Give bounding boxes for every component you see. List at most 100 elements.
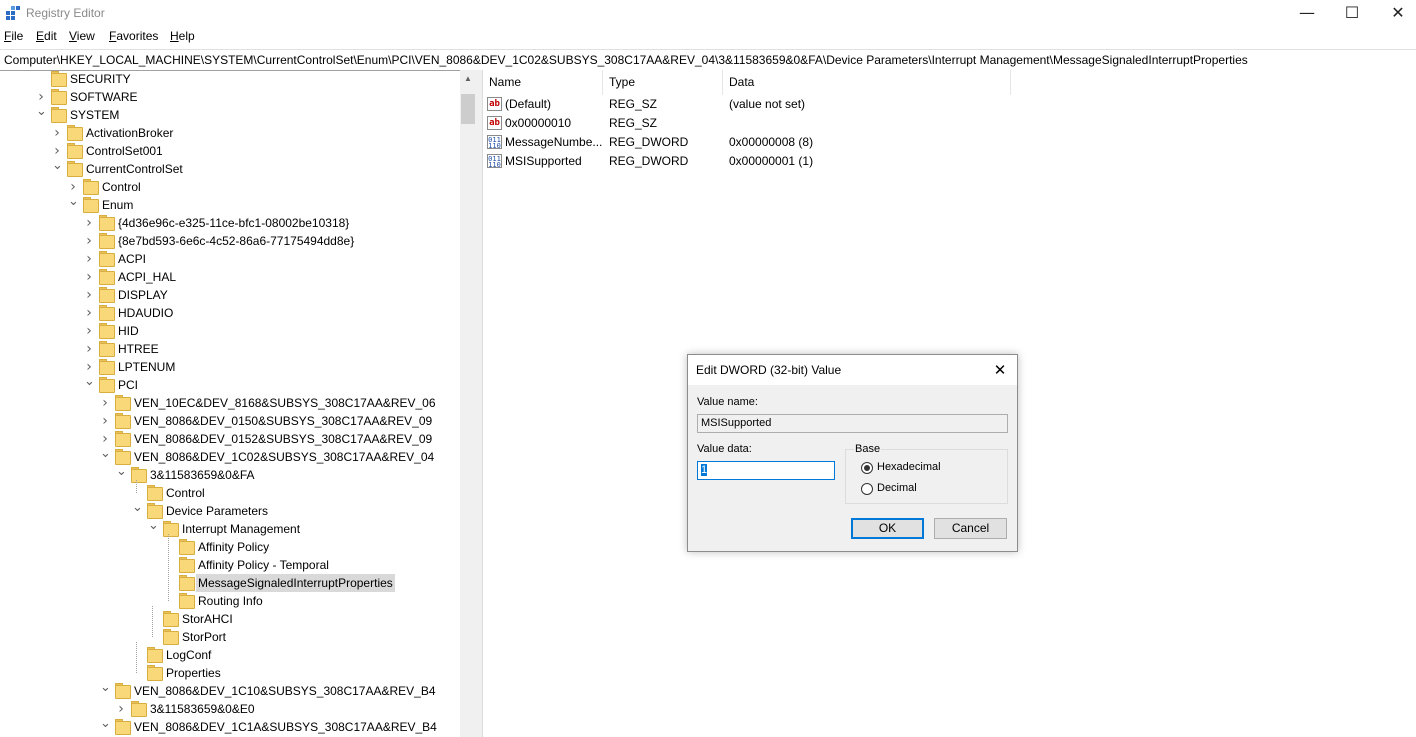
menu-favorites[interactable]: Favorites [109,29,158,43]
value-name: MSISupported [505,154,582,168]
chevron-down-icon[interactable]: ⌄ [132,501,143,520]
tree-item[interactable]: › VEN_8086&DEV_0150&SUBSYS_308C17AA&REV_0… [0,412,460,430]
folder-icon [162,521,179,537]
tree-item-label: 3&11583659&0&FA [150,468,255,482]
tree-item[interactable]: › DISPLAY [0,286,460,304]
value-row[interactable]: 011 110 MSISupported REG_DWORD 0x00000001 (… [483,152,1043,171]
decimal-label[interactable]: Decimal [877,482,917,494]
tree-item[interactable]: › ControlSet001 [0,142,460,160]
tree-item[interactable]: SECURITY [0,70,460,88]
chevron-right-icon[interactable]: › [100,394,110,412]
folder-icon [66,143,83,159]
menu-help[interactable]: Help [170,29,195,43]
tree-item[interactable]: ⌄ 3&11583659&0&FA [0,465,460,484]
chevron-down-icon[interactable]: ⌄ [100,681,111,700]
chevron-right-icon[interactable]: › [100,412,110,430]
tree-item-label: LogConf [166,648,212,662]
column-header-type[interactable]: Type [603,70,723,95]
tree-item[interactable]: StorPort [0,628,460,646]
chevron-down-icon[interactable]: ⌄ [52,159,63,178]
tree-item[interactable]: ⌄ CurrentControlSet [0,159,460,178]
tree-item[interactable]: ⌄ PCI [0,375,460,394]
tree-item[interactable]: › HTREE [0,340,460,358]
tree-item[interactable]: › VEN_10EC&DEV_8168&SUBSYS_308C17AA&REV_0… [0,394,460,412]
tree-item[interactable]: ⌄ VEN_8086&DEV_1C10&SUBSYS_308C17AA&REV_B… [0,681,460,700]
column-header-data[interactable]: Data [723,70,1011,95]
chevron-right-icon[interactable]: › [52,124,62,142]
address-bar[interactable]: Computer\HKEY_LOCAL_MACHINE\SYSTEM\Curre… [0,49,1416,71]
chevron-down-icon[interactable]: ⌄ [116,465,127,484]
chevron-down-icon[interactable]: ⌄ [84,375,95,394]
menu-file[interactable]: File [4,29,23,43]
chevron-right-icon[interactable]: › [84,286,94,304]
tree-item[interactable]: ⌄ Device Parameters [0,501,460,520]
tree-scrollbar[interactable]: ▲ [460,70,476,737]
tree-item[interactable]: Routing Info [0,592,460,610]
chevron-down-icon[interactable]: ⌄ [148,519,159,538]
menu-view[interactable]: View [69,29,95,43]
chevron-right-icon[interactable]: › [84,340,94,358]
column-header-name[interactable]: Name [483,70,603,95]
hexadecimal-label[interactable]: Hexadecimal [877,461,941,473]
cancel-button[interactable]: Cancel [934,518,1007,539]
folder-icon [114,395,131,411]
value-row[interactable]: ab 0x00000010 REG_SZ [483,114,1043,133]
chevron-right-icon[interactable]: › [84,214,94,232]
scroll-thumb[interactable] [461,94,475,124]
tree-item[interactable]: › VEN_8086&DEV_0152&SUBSYS_308C17AA&REV_0… [0,430,460,448]
dialog-close-icon[interactable]: ✕ [989,359,1011,381]
tree-item[interactable]: Affinity Policy [0,538,460,556]
tree-item-label: CurrentControlSet [86,162,183,176]
value-name-field[interactable]: MSISupported [697,414,1008,433]
minimize-button[interactable]: — [1284,0,1330,26]
tree-item[interactable]: LogConf [0,646,460,664]
tree-item[interactable]: ⌄ SYSTEM [0,105,460,124]
scroll-up-arrow-icon[interactable]: ▲ [460,70,476,87]
address-path[interactable]: Computer\HKEY_LOCAL_MACHINE\SYSTEM\Curre… [4,53,1248,67]
menu-view-accel: V [69,29,77,43]
tree-item[interactable]: Affinity Policy - Temporal [0,556,460,574]
chevron-down-icon[interactable]: ⌄ [36,105,47,124]
chevron-right-icon[interactable]: › [84,322,94,340]
value-row[interactable]: ab (Default) REG_SZ (value not set) [483,95,1043,114]
close-button[interactable]: ✕ [1375,0,1416,26]
chevron-right-icon[interactable]: › [84,304,94,322]
tree-item[interactable]: ⌄ VEN_8086&DEV_1C1A&SUBSYS_308C17AA&REV_B… [0,717,460,736]
chevron-right-icon[interactable]: › [84,232,94,250]
chevron-right-icon[interactable]: › [116,700,126,718]
folder-icon [130,701,147,717]
menu-edit[interactable]: Edit [36,29,57,43]
tree-item[interactable]: › ACPI [0,250,460,268]
tree-item[interactable]: › SOFTWARE [0,88,460,106]
folder-icon [130,467,147,483]
chevron-down-icon[interactable]: ⌄ [100,717,111,736]
folder-icon [98,377,115,393]
hexadecimal-radio[interactable] [861,462,873,474]
tree-item[interactable]: StorAHCI [0,610,460,628]
tree-item[interactable]: ⌄ Interrupt Management [0,519,460,538]
maximize-button[interactable]: ☐ [1329,0,1375,26]
pane-splitter[interactable] [476,70,483,737]
tree-item[interactable]: › HID [0,322,460,340]
tree-item[interactable]: MessageSignaledInterruptProperties [0,574,460,592]
tree-item[interactable]: Properties [0,664,460,682]
tree-item[interactable]: › {4d36e96c-e325-11ce-bfc1-08002be10318} [0,214,460,232]
tree-item[interactable]: › 3&11583659&0&E0 [0,700,460,718]
chevron-down-icon[interactable]: ⌄ [100,447,111,466]
tree-item[interactable]: › HDAUDIO [0,304,460,322]
tree-item[interactable]: ⌄ VEN_8086&DEV_1C02&SUBSYS_308C17AA&REV_0… [0,447,460,466]
chevron-right-icon[interactable]: › [84,268,94,286]
tree-item[interactable]: › ActivationBroker [0,124,460,142]
tree-item[interactable]: › LPTENUM [0,358,460,376]
chevron-right-icon[interactable]: › [84,250,94,268]
tree-item[interactable]: › {8e7bd593-6e6c-4c52-86a6-77175494dd8e} [0,232,460,250]
chevron-down-icon[interactable]: ⌄ [68,195,79,214]
tree-item[interactable]: Control [0,484,460,502]
tree-item[interactable]: › ACPI_HAL [0,268,460,286]
decimal-radio[interactable] [861,483,873,495]
registry-tree[interactable]: SECURITY › SOFTWARE ⌄ SYSTEM › ActivationBroke… [0,70,460,737]
tree-item[interactable]: ⌄ Enum [0,195,460,214]
value-data-field[interactable]: 1 [697,461,835,480]
ok-button[interactable]: OK [851,518,924,539]
value-row[interactable]: 011 110 MessageNumbe... REG_DWORD 0x0000000… [483,133,1043,152]
